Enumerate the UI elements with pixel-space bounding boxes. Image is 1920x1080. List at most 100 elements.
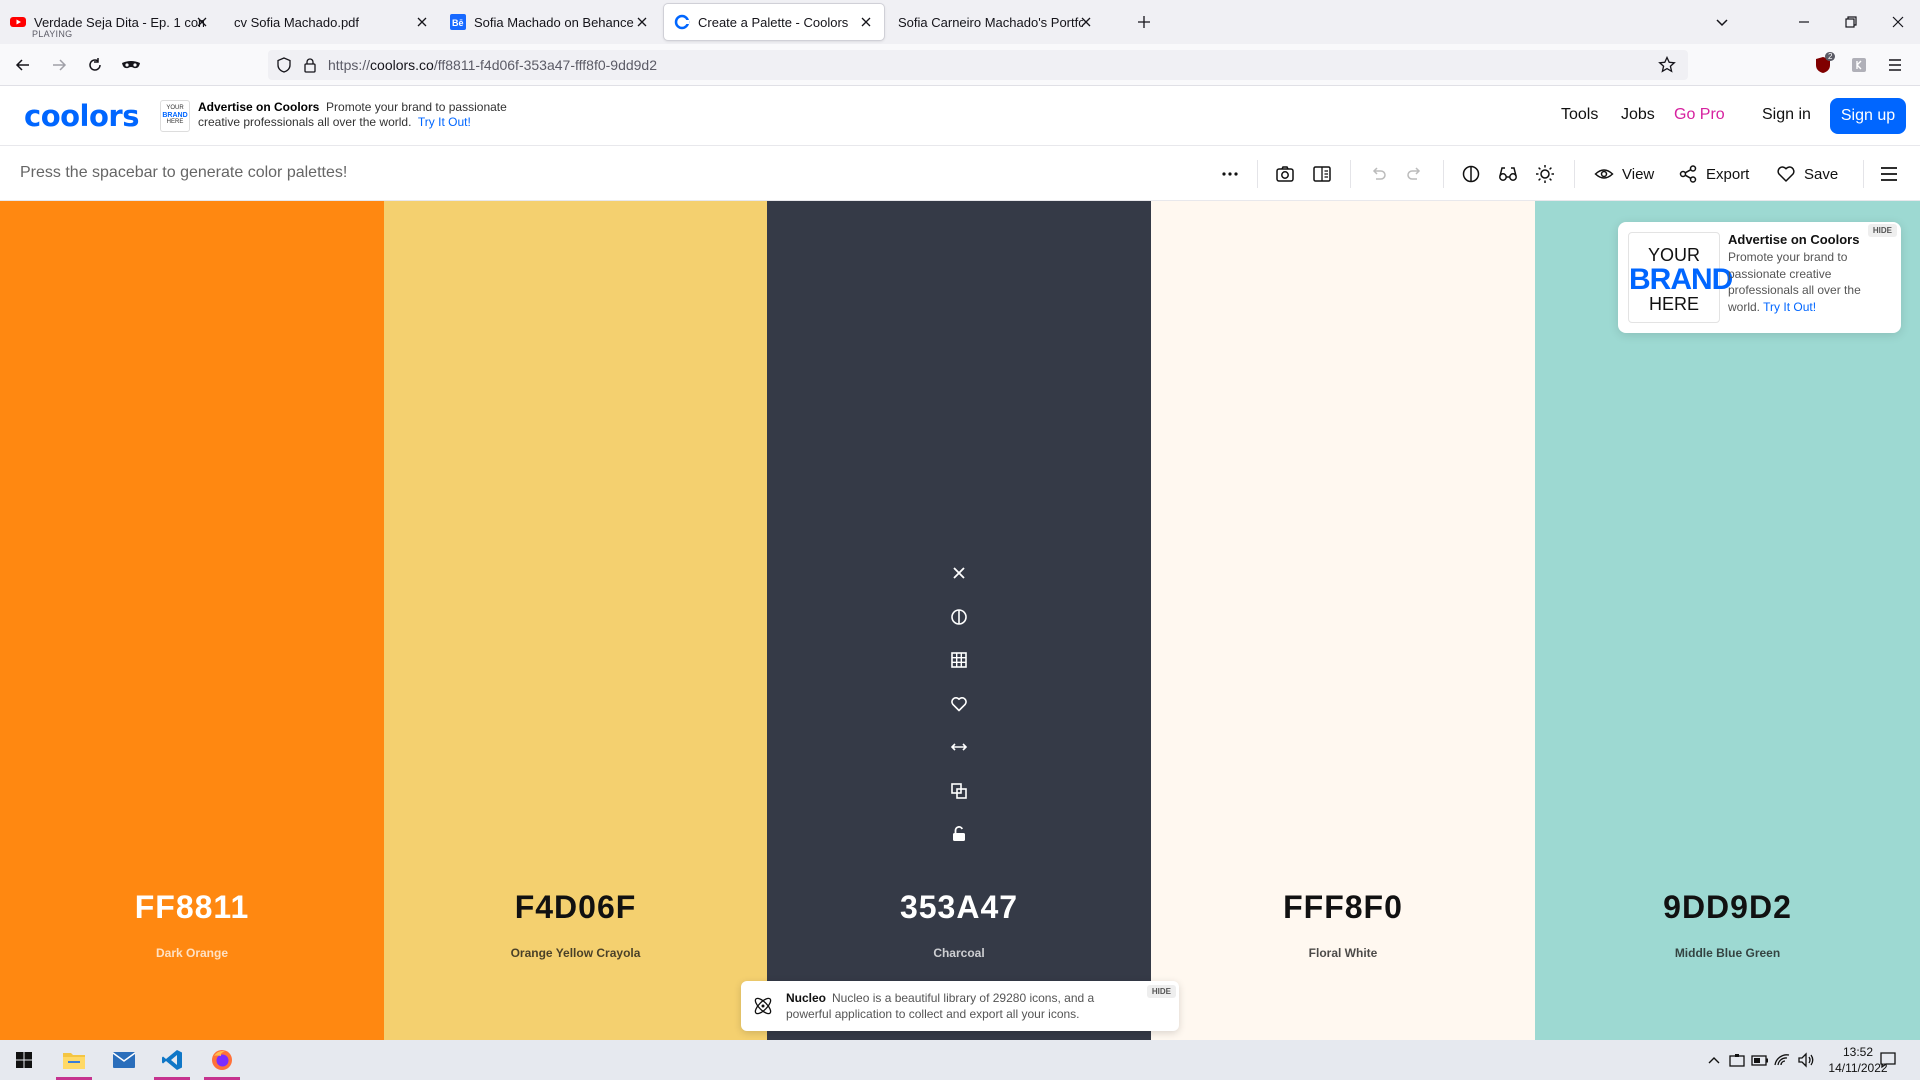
tab-coolors[interactable]: Create a Palette - Coolors	[664, 4, 884, 40]
ublock-extension-button[interactable]: 2	[1810, 52, 1836, 78]
new-tab-icon[interactable]	[1136, 14, 1152, 30]
show-hidden-icons-icon[interactable]	[1704, 1050, 1724, 1070]
nav-tools[interactable]: Tools	[1561, 106, 1598, 124]
color-swatch[interactable]: FFF8F0 Floral White	[1151, 201, 1535, 1040]
restore-icon[interactable]	[1839, 10, 1863, 34]
folder-icon	[63, 1053, 85, 1069]
app-menu-button[interactable]	[1882, 52, 1908, 78]
tab-title: Verdade Seja Dita - Ep. 1 com Fe	[34, 14, 204, 30]
close-icon[interactable]	[414, 14, 430, 30]
list-all-tabs-icon[interactable]	[1710, 10, 1734, 34]
coolors-logo[interactable]: coolors	[24, 99, 139, 133]
theme-toggle-button[interactable]	[1533, 162, 1557, 186]
back-button[interactable]	[10, 52, 36, 78]
volume-icon[interactable]	[1796, 1050, 1816, 1070]
copy-hex-button[interactable]	[947, 779, 971, 803]
screenshot-button[interactable]	[1273, 162, 1297, 186]
tab-title: cv Sofia Machado.pdf	[234, 14, 360, 30]
adjust-palette-button[interactable]	[1459, 162, 1483, 186]
taskbar-mail[interactable]	[100, 1040, 148, 1080]
close-icon[interactable]	[858, 14, 874, 30]
header-ad-link[interactable]: Try It Out!	[418, 115, 471, 129]
tab-portfolio[interactable]: Sofia Carneiro Machado's Portfolio	[884, 4, 1104, 40]
ad-card[interactable]: YOUR BRAND HERE Advertise on Coolors Pro…	[1618, 222, 1901, 333]
tab-playing-label: PLAYING	[32, 29, 73, 39]
ad-card-link[interactable]: Try It Out!	[1763, 300, 1816, 314]
menu-button[interactable]	[1877, 162, 1901, 186]
url-text[interactable]: https://coolors.co/ff8811-f4d06f-353a47-…	[328, 57, 657, 73]
coolors-icon	[674, 14, 690, 30]
save-button[interactable]: Save	[1776, 162, 1838, 186]
brand-ad-image[interactable]: YOUR BRAND HERE	[1628, 232, 1733, 323]
redo-button[interactable]	[1403, 162, 1427, 186]
view-label: View	[1622, 165, 1655, 183]
color-swatch[interactable]: FF8811 Dark Orange	[0, 201, 384, 1040]
hide-nucleo-button[interactable]: HIDE	[1146, 985, 1176, 998]
remove-color-button[interactable]	[947, 561, 971, 585]
hide-ad-button[interactable]: HIDE	[1867, 224, 1897, 237]
hex-code[interactable]: FF8811	[0, 889, 384, 926]
hex-code[interactable]: F4D06F	[384, 889, 767, 926]
reload-icon	[89, 58, 101, 71]
close-icon[interactable]	[194, 14, 210, 30]
youtube-icon	[10, 17, 26, 27]
view-button[interactable]: View	[1594, 162, 1654, 186]
shield-icon[interactable]	[276, 57, 292, 73]
start-button[interactable]	[0, 1040, 48, 1080]
nucleo-banner[interactable]: Nucleo Nucleo is a beautiful library of 2…	[741, 981, 1179, 1031]
extension-button[interactable]	[1846, 52, 1872, 78]
color-blindness-button[interactable]	[1496, 162, 1520, 186]
eye-icon	[1594, 169, 1614, 179]
export-button[interactable]: Export	[1678, 162, 1749, 186]
close-icon	[953, 567, 965, 579]
undo-button[interactable]	[1366, 162, 1390, 186]
close-icon[interactable]	[634, 14, 650, 30]
color-swatch[interactable]: 353A47 Charcoal	[767, 201, 1151, 1040]
share-icon	[1679, 165, 1697, 183]
unlock-icon	[953, 826, 965, 841]
lock-icon[interactable]	[302, 57, 318, 73]
color-swatch[interactable]: F4D06F Orange Yellow Crayola	[384, 201, 767, 1040]
ad-image-line3: HERE	[1648, 294, 1699, 314]
security-icon[interactable]	[1727, 1050, 1747, 1070]
grid-button[interactable]	[947, 648, 971, 672]
tab-pdf[interactable]: cv Sofia Machado.pdf	[220, 4, 440, 40]
taskbar-file-explorer[interactable]	[50, 1040, 98, 1080]
more-horizontal-icon	[1222, 172, 1238, 176]
lock-color-button[interactable]	[947, 822, 971, 846]
sidebar-toggle-button[interactable]	[1310, 162, 1334, 186]
private-mask-button[interactable]	[118, 52, 144, 78]
save-color-button[interactable]	[947, 692, 971, 716]
url-bar[interactable]: https://coolors.co/ff8811-f4d06f-353a47-…	[268, 50, 1688, 80]
minimize-icon[interactable]	[1792, 10, 1816, 34]
tab-behance[interactable]: Bē Sofia Machado on Behance	[440, 4, 660, 40]
close-icon[interactable]	[1078, 14, 1094, 30]
hex-code[interactable]: 9DD9D2	[1535, 889, 1920, 926]
reload-button[interactable]	[82, 52, 108, 78]
sign-up-button[interactable]: Sign up	[1830, 98, 1906, 134]
hex-code[interactable]: 353A47	[767, 889, 1151, 926]
hex-code[interactable]: FFF8F0	[1151, 889, 1535, 926]
nav-go-pro[interactable]: Go Pro	[1674, 106, 1725, 124]
notifications-icon[interactable]	[1878, 1050, 1898, 1070]
brand-ad-thumbnail[interactable]: YOUR BRAND HERE	[160, 100, 190, 132]
export-label: Export	[1706, 165, 1750, 183]
tab-youtube[interactable]: Verdade Seja Dita - Ep. 1 com Fe PLAYING	[0, 4, 220, 40]
battery-icon[interactable]	[1750, 1050, 1770, 1070]
extension-badge: 2	[1825, 52, 1836, 61]
sign-in-link[interactable]: Sign in	[1762, 106, 1811, 124]
ad-card-title: Advertise on Coolors	[1728, 232, 1860, 247]
more-options-button[interactable]	[1218, 162, 1242, 186]
forward-button[interactable]	[46, 52, 72, 78]
view-shades-button[interactable]	[947, 605, 971, 629]
close-window-icon[interactable]	[1886, 10, 1910, 34]
taskbar-vscode[interactable]	[148, 1040, 196, 1080]
windows-logo-icon	[16, 1052, 32, 1068]
taskbar-firefox[interactable]	[198, 1040, 246, 1080]
grid-icon	[951, 652, 967, 668]
drag-button[interactable]	[947, 735, 971, 759]
contrast-icon	[1462, 165, 1480, 183]
nav-jobs[interactable]: Jobs	[1621, 106, 1655, 124]
bookmark-star-icon[interactable]	[1658, 56, 1676, 74]
back-arrow-icon	[15, 59, 29, 71]
